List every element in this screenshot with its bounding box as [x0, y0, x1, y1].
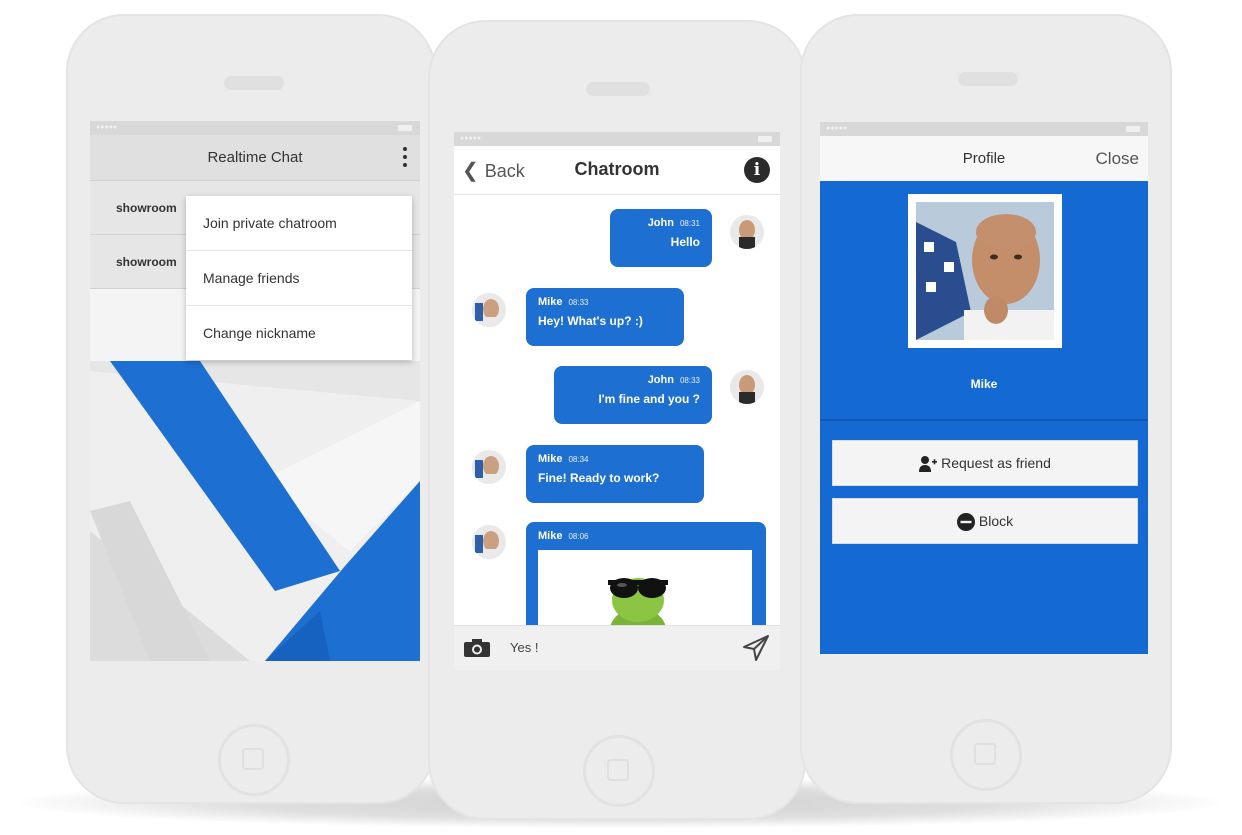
- info-icon[interactable]: i: [744, 157, 770, 183]
- message-text: Hey! What's up? :): [538, 314, 643, 328]
- avatar[interactable]: [730, 370, 764, 404]
- block-label: Block: [978, 513, 1014, 529]
- list-item-label: showroom: [116, 255, 177, 269]
- app-header: Profile Close: [820, 136, 1148, 181]
- camera-icon[interactable]: [464, 639, 490, 657]
- message-bubble: John 08:33 I'm fine and you ?: [554, 366, 712, 424]
- message-sender: Mike: [538, 453, 563, 465]
- phone-chatroom: ●●●●● ❮ Back Chatroom i John 08:31 Hello M…: [428, 20, 806, 820]
- page-title: Realtime Chat: [207, 149, 303, 166]
- status-bar: ●●●●●: [820, 122, 1148, 136]
- message-bubble-image: Mike 08:06: [526, 522, 766, 625]
- profile-photo: [908, 194, 1062, 348]
- speaker-grille: [586, 82, 650, 96]
- list-item-label: showroom: [116, 201, 177, 215]
- page-title: Chatroom: [574, 159, 660, 179]
- avatar[interactable]: [472, 450, 506, 484]
- profile-name: Mike: [970, 377, 998, 391]
- screen-profile: ●●●●● Profile Close Mike Request as frie…: [820, 122, 1148, 654]
- message-list[interactable]: John 08:31 Hello Mike 08:33 Hey! What's up…: [454, 195, 780, 625]
- phone-profile: ●●●●● Profile Close Mike Request as frie…: [800, 14, 1172, 804]
- app-header: Realtime Chat: [90, 135, 420, 181]
- status-bar: ●●●●●: [454, 132, 780, 146]
- speaker-grille: [958, 72, 1018, 86]
- message-sender: John: [647, 374, 674, 386]
- status-bar: ●●●●●: [90, 121, 420, 135]
- more-menu-icon[interactable]: [400, 145, 410, 169]
- block-button[interactable]: Block: [832, 498, 1138, 544]
- avatar[interactable]: [472, 293, 506, 327]
- message-input[interactable]: Yes !: [510, 640, 538, 655]
- screen-realtime-chat: ●●●●● Realtime Chat showroom showroom Jo…: [90, 121, 420, 661]
- shared-image[interactable]: [538, 550, 752, 625]
- add-user-icon: [919, 456, 938, 473]
- home-button[interactable]: [583, 735, 655, 807]
- material-wallpaper: [90, 361, 420, 661]
- home-button[interactable]: [218, 724, 290, 796]
- message-sender: John: [647, 217, 674, 229]
- message-text: I'm fine and you ?: [598, 392, 700, 406]
- speaker-grille: [224, 76, 284, 90]
- app-header: ❮ Back Chatroom i: [454, 146, 780, 195]
- message-bubble: Mike 08:34 Fine! Ready to work?: [526, 445, 704, 503]
- menu-item-join-private-chatroom[interactable]: Join private chatroom: [186, 196, 412, 251]
- message-sender: Mike: [538, 296, 563, 308]
- message-time: 08:06: [568, 532, 589, 541]
- screen-chatroom: ●●●●● ❮ Back Chatroom i John 08:31 Hello M…: [454, 132, 780, 670]
- message-sender: Mike: [538, 530, 563, 542]
- menu-item-manage-friends[interactable]: Manage friends: [186, 251, 412, 306]
- message-bubble: Mike 08:33 Hey! What's up? :): [526, 288, 684, 346]
- message-composer: Yes !: [454, 625, 780, 670]
- message-time: 08:34: [568, 455, 589, 464]
- menu-item-change-nickname[interactable]: Change nickname: [186, 306, 412, 360]
- message-text: Fine! Ready to work?: [538, 471, 660, 485]
- avatar[interactable]: [472, 525, 506, 559]
- close-button[interactable]: Close: [1096, 149, 1139, 169]
- message-time: 08:33: [568, 298, 589, 307]
- avatar[interactable]: [730, 215, 764, 249]
- request-friend-button[interactable]: Request as friend: [832, 440, 1138, 486]
- message-bubble: John 08:31 Hello: [610, 209, 712, 267]
- overflow-menu: Join private chatroom Manage friends Cha…: [186, 196, 412, 360]
- phone-realtime-chat: ●●●●● Realtime Chat showroom showroom Jo…: [66, 14, 436, 804]
- home-button[interactable]: [950, 719, 1022, 791]
- message-time: 08:33: [679, 376, 700, 385]
- message-time: 08:31: [679, 219, 700, 228]
- request-friend-label: Request as friend: [941, 455, 1051, 471]
- block-icon: [956, 513, 975, 532]
- divider: [820, 419, 1148, 421]
- message-text: Hello: [670, 235, 700, 249]
- send-icon[interactable]: [742, 634, 770, 662]
